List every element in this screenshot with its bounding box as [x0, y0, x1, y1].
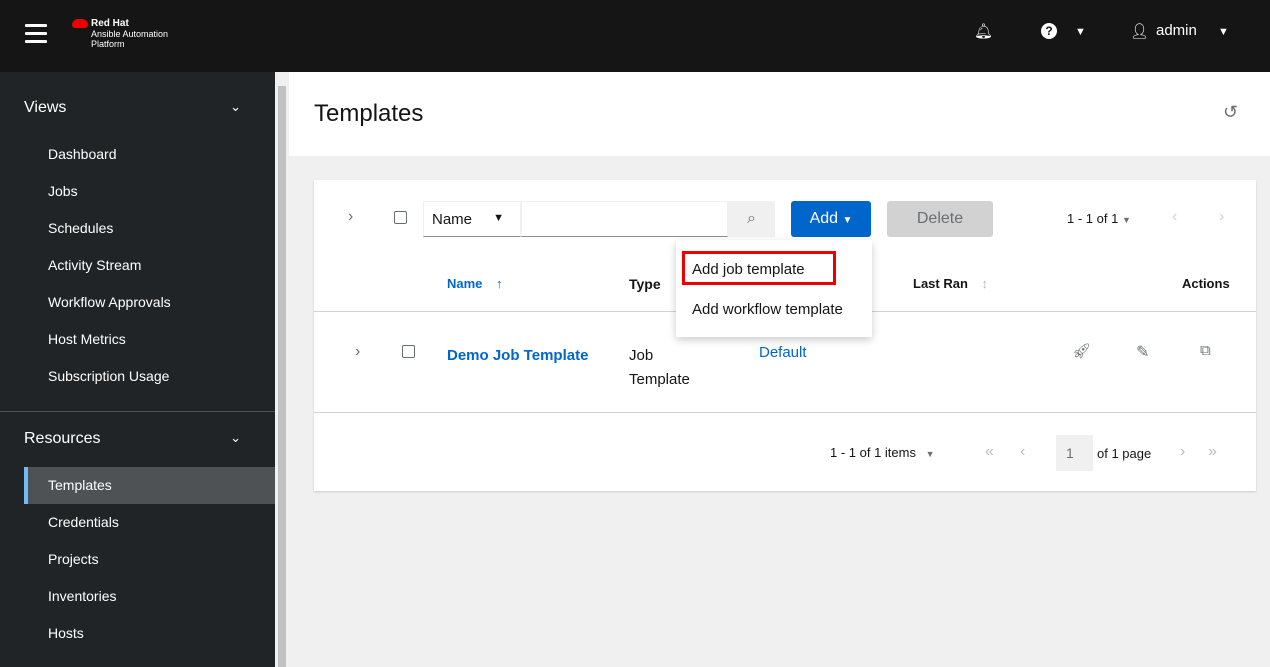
logo[interactable]: Red Hat Ansible Automation Platform	[72, 18, 168, 49]
add-label: Add	[809, 210, 839, 227]
views-section[interactable]: Views	[24, 99, 66, 117]
row-checkbox[interactable]	[402, 345, 415, 358]
divider	[0, 411, 275, 412]
edit-pencil-icon[interactable]: ✎	[1136, 342, 1149, 362]
caret-down-icon: ▼	[493, 212, 504, 224]
items-per-page-toggle[interactable]: 1 - 1 of 1 items ▼	[830, 445, 935, 460]
filter-field-select[interactable]: Name ▼	[423, 201, 521, 237]
column-actions: Actions	[1182, 276, 1230, 291]
copy-icon[interactable]: ⧉	[1200, 342, 1211, 359]
hamburger-menu-icon[interactable]	[25, 24, 47, 48]
sidebar-item-host-metrics[interactable]: Host Metrics	[48, 331, 126, 347]
sidebar-item-activity-stream[interactable]: Activity Stream	[48, 257, 141, 273]
column-last-ran[interactable]: Last Ran ↕	[913, 276, 988, 291]
column-name-label: Name	[447, 276, 483, 291]
search-button[interactable]: ⌕	[728, 201, 775, 237]
next-page-icon[interactable]: ›	[1219, 208, 1224, 226]
highlight-box	[682, 251, 836, 285]
of-pages: of 1 page	[1097, 446, 1152, 461]
launch-rocket-icon[interactable]: 🚀︎	[1072, 342, 1091, 360]
column-type[interactable]: Type	[629, 276, 661, 292]
sidebar-scrollbar[interactable]	[275, 72, 289, 667]
page-title: Templates	[314, 100, 424, 127]
sidebar-item-dashboard[interactable]: Dashboard	[48, 146, 117, 162]
menu-item-add-workflow-template[interactable]: Add workflow template	[692, 301, 843, 318]
product-line1: Ansible Automation	[91, 29, 169, 39]
column-name[interactable]: Name ↑	[447, 276, 503, 291]
chevron-down-icon[interactable]: ⌄	[230, 430, 241, 446]
delete-button[interactable]: Delete	[887, 201, 993, 237]
caret-down-icon: ▼	[842, 215, 853, 226]
sidebar-item-projects[interactable]: Projects	[48, 551, 99, 567]
template-type: Job Template	[629, 347, 690, 388]
sort-icon: ↕	[981, 276, 989, 291]
template-name-link[interactable]: Demo Job Template	[447, 344, 592, 368]
expand-row-icon[interactable]: ›	[355, 343, 360, 361]
prev-page-icon[interactable]: ‹	[1172, 208, 1177, 226]
top-bar: Red Hat Ansible Automation Platform 🔔︎ ? ▼…	[0, 0, 1270, 72]
resources-section[interactable]: Resources	[24, 430, 100, 448]
last-page-icon[interactable]: »	[1208, 443, 1217, 461]
column-last-ran-label: Last Ran	[913, 276, 968, 291]
help-caret-icon[interactable]: ▼	[1075, 26, 1086, 38]
next-page-icon[interactable]: ›	[1180, 443, 1185, 461]
pagination-toggle[interactable]: 1 - 1 of 1 ▼	[1067, 211, 1131, 226]
help-icon[interactable]: ?	[1041, 23, 1057, 39]
user-caret-icon[interactable]: ▼	[1218, 26, 1229, 38]
brand: Red Hat	[91, 18, 129, 29]
select-all-checkbox[interactable]	[394, 211, 407, 224]
history-icon[interactable]: ↺	[1223, 102, 1238, 123]
user-icon: 👤︎	[1130, 23, 1150, 40]
chevron-down-icon[interactable]: ⌄	[230, 99, 241, 115]
items-text: 1 - 1 of 1 items	[830, 445, 916, 460]
filter-field-value: Name	[432, 211, 473, 228]
sidebar-item-workflow-approvals[interactable]: Workflow Approvals	[48, 294, 171, 310]
product-line2: Platform	[91, 39, 125, 49]
sidebar-item-inventories[interactable]: Inventories	[48, 588, 116, 604]
sidebar-item-hosts[interactable]: Hosts	[48, 625, 84, 641]
search-input[interactable]	[521, 201, 728, 237]
expand-all-icon[interactable]: ›	[348, 208, 353, 226]
sidebar-item-subscription-usage[interactable]: Subscription Usage	[48, 368, 169, 384]
sidebar-item-credentials[interactable]: Credentials	[48, 514, 119, 530]
bell-icon[interactable]: 🔔︎	[974, 22, 993, 40]
sidebar-item-templates[interactable]: Templates	[48, 477, 112, 493]
page-header: Templates ↺	[289, 72, 1270, 156]
sidebar: Views ⌄ Dashboard Jobs Schedules Activit…	[0, 72, 275, 667]
add-button[interactable]: Add ▼	[791, 201, 871, 237]
sort-asc-icon: ↑	[496, 276, 503, 291]
first-page-icon[interactable]: «	[985, 443, 994, 461]
user-menu[interactable]: admin	[1156, 22, 1197, 39]
pagination-text: 1 - 1 of 1	[1067, 211, 1119, 226]
page-number-input[interactable]: 1	[1056, 435, 1093, 471]
sidebar-item-schedules[interactable]: Schedules	[48, 220, 113, 236]
prev-page-icon[interactable]: ‹	[1020, 443, 1025, 461]
sidebar-item-jobs[interactable]: Jobs	[48, 183, 78, 199]
divider	[314, 412, 1256, 413]
inventory-link[interactable]: Default	[759, 344, 807, 361]
